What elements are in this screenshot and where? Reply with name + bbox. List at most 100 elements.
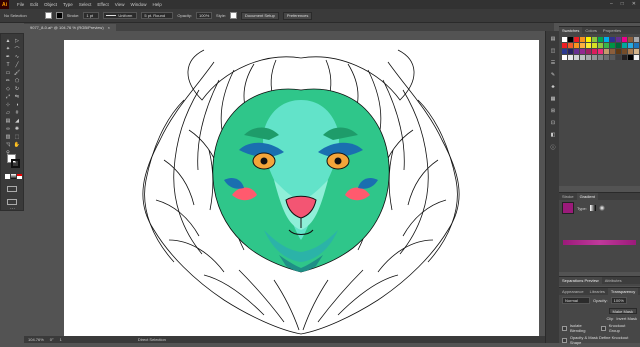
draw-mode-icon[interactable]	[7, 186, 17, 192]
stroke-swatch[interactable]	[55, 12, 63, 19]
transparency-opacity-field[interactable]: 100%	[610, 297, 627, 304]
libraries-icon[interactable]: ☰	[549, 59, 557, 67]
swatch[interactable]	[562, 55, 567, 60]
gradient-preview-swatch[interactable]	[562, 202, 574, 214]
swatch[interactable]	[574, 55, 579, 60]
color-mode-icon[interactable]	[5, 174, 10, 179]
symbol-sprayer-icon[interactable]: ✺	[13, 125, 21, 133]
swatch[interactable]	[586, 55, 591, 60]
swatch[interactable]	[562, 43, 567, 48]
swatch[interactable]	[622, 43, 627, 48]
direct-selection-tool-icon[interactable]: ▷	[13, 37, 21, 45]
magic-wand-icon[interactable]: ✦	[4, 45, 12, 53]
swatch[interactable]	[598, 37, 603, 42]
swatch[interactable]	[568, 55, 573, 60]
align-icon[interactable]: ⊞	[549, 107, 557, 115]
swatch[interactable]	[592, 37, 597, 42]
tab-appearance[interactable]: Appearance	[559, 288, 587, 295]
swatch[interactable]	[610, 37, 615, 42]
eraser-icon[interactable]: ◇	[4, 85, 12, 93]
swatch[interactable]	[568, 43, 573, 48]
swatch[interactable]	[580, 43, 585, 48]
rotation-value[interactable]: 0°	[50, 337, 54, 342]
swatch[interactable]	[622, 37, 627, 42]
swatch[interactable]	[628, 37, 633, 42]
brush-definition[interactable]: 5 pt. Round	[141, 12, 174, 19]
menu-item-object[interactable]: Object	[44, 2, 57, 7]
swatch[interactable]	[604, 43, 609, 48]
swatch[interactable]	[616, 55, 621, 60]
pen-tool-icon[interactable]: ✒	[4, 53, 12, 61]
symbols-icon[interactable]: ♣	[549, 83, 557, 91]
menu-item-effect[interactable]: Effect	[97, 2, 108, 7]
column-graph-icon[interactable]: ▥	[4, 133, 12, 141]
tab-gradient[interactable]: Gradient	[576, 193, 598, 200]
swatch[interactable]	[628, 55, 633, 60]
swatch[interactable]	[634, 55, 639, 60]
artboard[interactable]	[64, 40, 539, 336]
properties-icon[interactable]: ▤	[549, 35, 557, 43]
hand-tool-icon[interactable]: ✋	[13, 141, 21, 149]
shaper-icon[interactable]: ⬠	[13, 77, 21, 85]
paintbrush-icon[interactable]: 🖌	[13, 69, 21, 77]
layers-icon[interactable]: ◫	[549, 47, 557, 55]
swatch[interactable]	[598, 55, 603, 60]
width-icon[interactable]: ⇋	[13, 93, 21, 101]
screen-mode-icon[interactable]	[7, 199, 17, 205]
stroke-color-icon[interactable]	[11, 159, 20, 168]
swatch[interactable]	[622, 55, 627, 60]
swatch[interactable]	[562, 49, 567, 54]
mesh-icon[interactable]: #	[13, 109, 21, 117]
swatch[interactable]	[616, 43, 621, 48]
swatch[interactable]	[592, 55, 597, 60]
rectangle-tool-icon[interactable]: ▭	[4, 69, 12, 77]
swatch[interactable]	[586, 49, 591, 54]
swatch[interactable]	[562, 37, 567, 42]
slice-icon[interactable]: ◹	[4, 141, 12, 149]
none-mode-icon[interactable]	[17, 174, 22, 179]
swatch[interactable]	[610, 55, 615, 60]
more-tools-icon[interactable]: ···	[10, 206, 15, 212]
artboard-number[interactable]: 1	[60, 337, 62, 342]
blend-icon[interactable]: ∞	[4, 125, 12, 133]
opacity-field[interactable]: 100%	[196, 12, 213, 19]
menu-item-window[interactable]: Window	[130, 2, 146, 7]
swatch[interactable]	[568, 37, 573, 42]
menu-item-edit[interactable]: Edit	[30, 2, 38, 7]
swatch[interactable]	[628, 43, 633, 48]
swatch[interactable]	[598, 49, 603, 54]
fill-swatch[interactable]	[44, 12, 52, 19]
swatch[interactable]	[634, 37, 639, 42]
tab-transparency[interactable]: Transparency	[607, 288, 639, 295]
swatch[interactable]	[634, 43, 639, 48]
lasso-icon[interactable]: ⌒	[13, 45, 21, 53]
tab-swatches[interactable]: Swatches	[559, 27, 583, 34]
eyedropper-icon[interactable]: ◢	[13, 117, 21, 125]
document-tab[interactable]: 9077_8-0.ai* @ 104.76 % (RGB/Preview) ×	[24, 24, 116, 31]
blend-mode-select[interactable]: Normal	[562, 297, 590, 304]
swatch[interactable]	[604, 55, 609, 60]
graphic-style-swatch[interactable]	[230, 12, 238, 19]
gradient-slider[interactable]	[563, 240, 636, 245]
close-icon[interactable]: ✕	[632, 1, 636, 7]
swatch[interactable]	[586, 37, 591, 42]
swatch[interactable]	[604, 37, 609, 42]
swatch[interactable]	[622, 49, 627, 54]
zoom-tool-icon[interactable]: ⚲	[4, 149, 12, 157]
knockout-group-checkbox[interactable]	[600, 325, 606, 331]
minimize-icon[interactable]: –	[610, 1, 613, 7]
swatch[interactable]	[574, 37, 579, 42]
variable-width-profile[interactable]: Uniform	[103, 12, 138, 19]
artboard-tool-icon[interactable]: ⬚	[13, 133, 21, 141]
tab-colors[interactable]: Colors	[582, 27, 600, 34]
stroke-weight-field[interactable]: 1 pt	[83, 12, 100, 19]
swatch[interactable]	[574, 43, 579, 48]
tab-properties[interactable]: Properties	[600, 27, 624, 34]
preferences-button[interactable]: Preferences	[282, 11, 313, 20]
swatch[interactable]	[610, 49, 615, 54]
free-transform-icon[interactable]: ⊹	[4, 101, 12, 109]
maximize-icon[interactable]: □	[621, 1, 624, 7]
swatch[interactable]	[580, 55, 585, 60]
swatch[interactable]	[580, 49, 585, 54]
tab-libraries[interactable]: Libraries	[587, 288, 608, 295]
